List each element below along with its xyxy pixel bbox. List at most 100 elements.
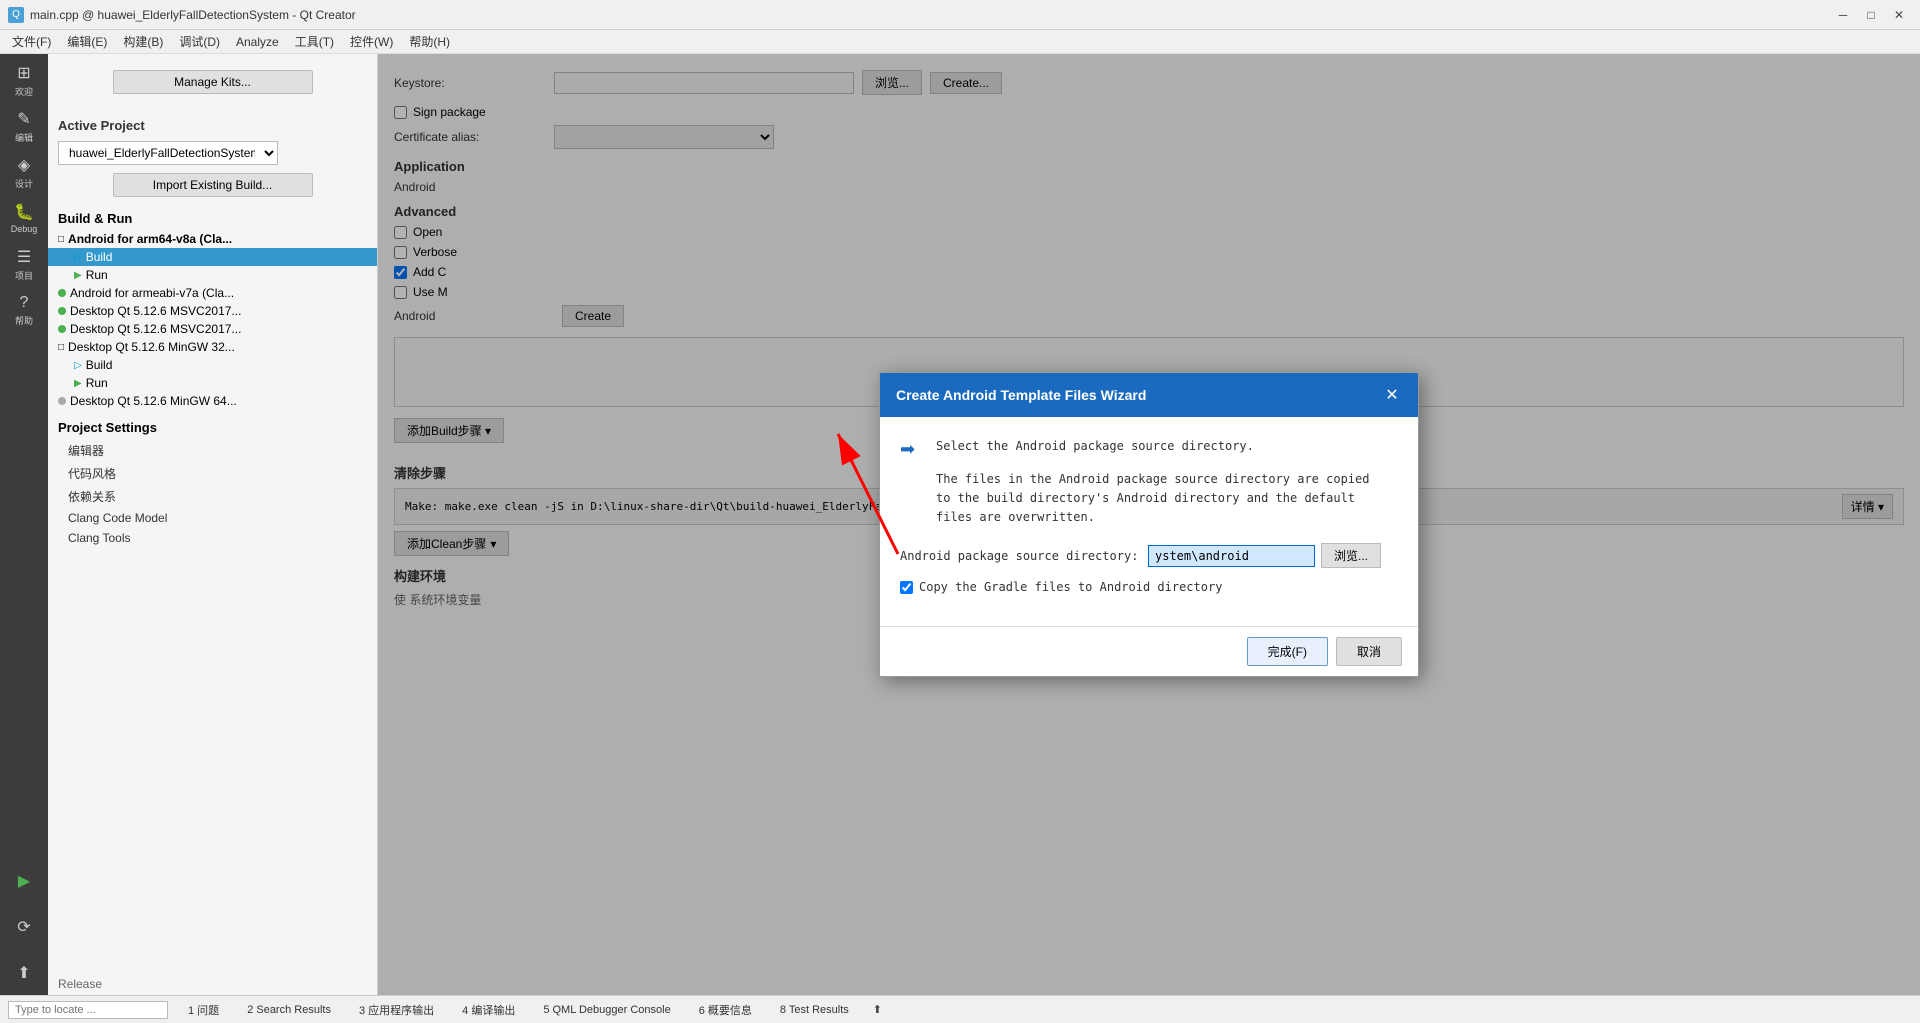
modal-description-row: ➡ Select the Android package source dire… xyxy=(900,437,1398,528)
modal-desc-2: The files in the Android package source … xyxy=(936,470,1369,489)
right-panel: Keystore: 浏览... Create... Sign package C… xyxy=(378,54,1920,995)
modal-desc-4: files are overwritten. xyxy=(936,508,1369,527)
tree-item-mingw64[interactable]: Desktop Qt 5.12.6 MinGW 64... xyxy=(48,392,377,410)
browse-source-dir-button[interactable]: 浏览... xyxy=(1321,543,1381,568)
design-icon: ◈ xyxy=(18,155,30,175)
menu-analyze[interactable]: Analyze xyxy=(228,33,287,51)
sidebar-run-button[interactable]: ▶ xyxy=(2,859,46,903)
source-dir-input[interactable] xyxy=(1148,545,1315,567)
modal-header: Create Android Template Files Wizard ✕ xyxy=(880,373,1418,417)
status-arrow-icon: ⬆ xyxy=(873,1003,882,1016)
minimize-button[interactable]: ─ xyxy=(1830,5,1856,25)
modal-footer: 完成(F) 取消 xyxy=(880,626,1418,676)
right-arrow-icon: ➡ xyxy=(900,439,924,463)
welcome-label: 欢迎 xyxy=(15,85,33,98)
sidebar-item-edit[interactable]: ✎ 编辑 xyxy=(2,104,46,148)
status-tab-app-output[interactable]: 3 应用程序输出 xyxy=(351,1000,442,1020)
tree-item-run[interactable]: ▶ Run xyxy=(48,266,377,284)
run-label: Run xyxy=(86,268,108,282)
sidebar-item-welcome[interactable]: ⊞ 欢迎 xyxy=(2,58,46,102)
active-project-title: Active Project xyxy=(58,118,367,133)
copy-gradle-checkbox[interactable] xyxy=(900,581,913,594)
mingw32-label: Desktop Qt 5.12.6 MinGW 32... xyxy=(68,340,235,354)
run-mingw-icon: ▶ xyxy=(74,378,82,389)
menu-tools[interactable]: 工具(T) xyxy=(287,31,342,52)
cancel-button[interactable]: 取消 xyxy=(1336,637,1402,666)
status-tab-qml[interactable]: 5 QML Debugger Console xyxy=(535,1002,678,1018)
create-template-modal: Create Android Template Files Wizard ✕ ➡… xyxy=(879,372,1419,678)
sidebar-item-debug[interactable]: 🐛 Debug xyxy=(2,196,46,240)
source-dir-row: Android package source directory: 浏览... xyxy=(900,543,1398,568)
stop-icon: ⬆ xyxy=(17,963,30,983)
tree-item-msvc2017-2[interactable]: Desktop Qt 5.12.6 MSVC2017... xyxy=(48,320,377,338)
edit-icon: ✎ xyxy=(17,109,30,129)
project-label: 项目 xyxy=(15,269,33,282)
status-tab-test[interactable]: 8 Test Results xyxy=(772,1002,857,1018)
help-icon: ? xyxy=(20,294,29,312)
sidebar-stop-button[interactable]: ⬆ xyxy=(2,951,46,995)
modal-desc-1: Select the Android package source direct… xyxy=(936,437,1369,456)
status-bar: 1 问题 2 Search Results 3 应用程序输出 4 编译输出 5 … xyxy=(0,995,1920,1023)
close-button[interactable]: ✕ xyxy=(1886,5,1912,25)
project-selector[interactable]: huawei_ElderlyFallDetectionSystem xyxy=(58,141,278,165)
manage-kits-button[interactable]: Manage Kits... xyxy=(113,70,313,94)
menu-bar: 文件(F) 编辑(E) 构建(B) 调试(D) Analyze 工具(T) 控件… xyxy=(0,30,1920,54)
menu-edit[interactable]: 编辑(E) xyxy=(59,31,115,52)
sidebar-icons: ⊞ 欢迎 ✎ 编辑 ◈ 设计 🐛 Debug ☰ 项目 ? 帮助 ▶ ⟳ xyxy=(0,54,48,995)
debug-icon: 🐛 xyxy=(14,202,34,222)
sidebar-item-help[interactable]: ? 帮助 xyxy=(2,288,46,332)
sidebar-step-over[interactable]: ⟳ xyxy=(2,905,46,949)
title-bar-left: Q main.cpp @ huawei_ElderlyFallDetection… xyxy=(8,7,356,23)
finish-button[interactable]: 完成(F) xyxy=(1247,637,1328,666)
settings-code-style[interactable]: 代码风格 xyxy=(48,462,377,485)
settings-clang-model[interactable]: Clang Code Model xyxy=(48,508,377,528)
dot-green-icon-3 xyxy=(58,325,66,333)
locate-input[interactable] xyxy=(8,1001,168,1019)
menu-controls[interactable]: 控件(W) xyxy=(342,31,401,52)
window-controls: ─ □ ✕ xyxy=(1830,5,1912,25)
tree-item-run-mingw[interactable]: ▶ Run xyxy=(48,374,377,392)
tree-item-build[interactable]: ▷ Build xyxy=(48,248,377,266)
modal-body: ➡ Select the Android package source dire… xyxy=(880,417,1418,627)
tree-item-msvc2017-1[interactable]: Desktop Qt 5.12.6 MSVC2017... xyxy=(48,302,377,320)
settings-dependencies[interactable]: 依赖关系 xyxy=(48,485,377,508)
import-build-button[interactable]: Import Existing Build... xyxy=(113,173,313,197)
settings-clang-tools[interactable]: Clang Tools xyxy=(48,528,377,548)
status-tab-search[interactable]: 2 Search Results xyxy=(239,1002,339,1018)
menu-file[interactable]: 文件(F) xyxy=(4,31,59,52)
edit-label: 编辑 xyxy=(15,131,33,144)
status-tab-compile[interactable]: 4 编译输出 xyxy=(454,1000,523,1020)
status-tab-summary[interactable]: 6 概要信息 xyxy=(691,1000,760,1020)
dot-green-icon-2 xyxy=(58,307,66,315)
arm64-label: Android for arm64-v8a (Cla... xyxy=(68,232,232,246)
modal-description-block: Select the Android package source direct… xyxy=(936,437,1369,528)
build-mingw-label: Build xyxy=(86,358,113,372)
msvc2017-1-label: Desktop Qt 5.12.6 MSVC2017... xyxy=(70,304,241,318)
settings-editor[interactable]: 编辑器 xyxy=(48,439,377,462)
tree-item-arm64[interactable]: □ Android for arm64-v8a (Cla... xyxy=(48,230,377,248)
build-run-title: Build & Run xyxy=(58,211,367,226)
tree-item-mingw32[interactable]: □ Desktop Qt 5.12.6 MinGW 32... xyxy=(48,338,377,356)
sidebar-item-design[interactable]: ◈ 设计 xyxy=(2,150,46,194)
menu-build[interactable]: 构建(B) xyxy=(115,31,171,52)
menu-debug[interactable]: 调试(D) xyxy=(171,31,228,52)
build-arrow-icon: ▷ xyxy=(74,252,82,263)
mingw64-label: Desktop Qt 5.12.6 MinGW 64... xyxy=(70,394,237,408)
modal-desc-3: to the build directory's Android directo… xyxy=(936,489,1369,508)
modal-close-button[interactable]: ✕ xyxy=(1382,385,1402,405)
release-label: Release xyxy=(58,977,102,991)
main-layout: ⊞ 欢迎 ✎ 编辑 ◈ 设计 🐛 Debug ☰ 项目 ? 帮助 ▶ ⟳ xyxy=(0,54,1920,995)
tree-item-armeabi[interactable]: Android for armeabi-v7a (Cla... xyxy=(48,284,377,302)
run-mingw-label: Run xyxy=(86,376,108,390)
msvc2017-2-label: Desktop Qt 5.12.6 MSVC2017... xyxy=(70,322,241,336)
menu-help[interactable]: 帮助(H) xyxy=(401,31,458,52)
build-label: Build xyxy=(86,250,113,264)
tree-item-build-mingw[interactable]: ▷ Build xyxy=(48,356,377,374)
run-tree-icon: ▶ xyxy=(74,270,82,281)
sidebar-item-project[interactable]: ☰ 项目 xyxy=(2,242,46,286)
status-tab-problems[interactable]: 1 问题 xyxy=(180,1000,227,1020)
copy-gradle-label: Copy the Gradle files to Android directo… xyxy=(919,580,1222,594)
help-label: 帮助 xyxy=(15,314,33,327)
run-icon: ▶ xyxy=(18,871,30,891)
maximize-button[interactable]: □ xyxy=(1858,5,1884,25)
